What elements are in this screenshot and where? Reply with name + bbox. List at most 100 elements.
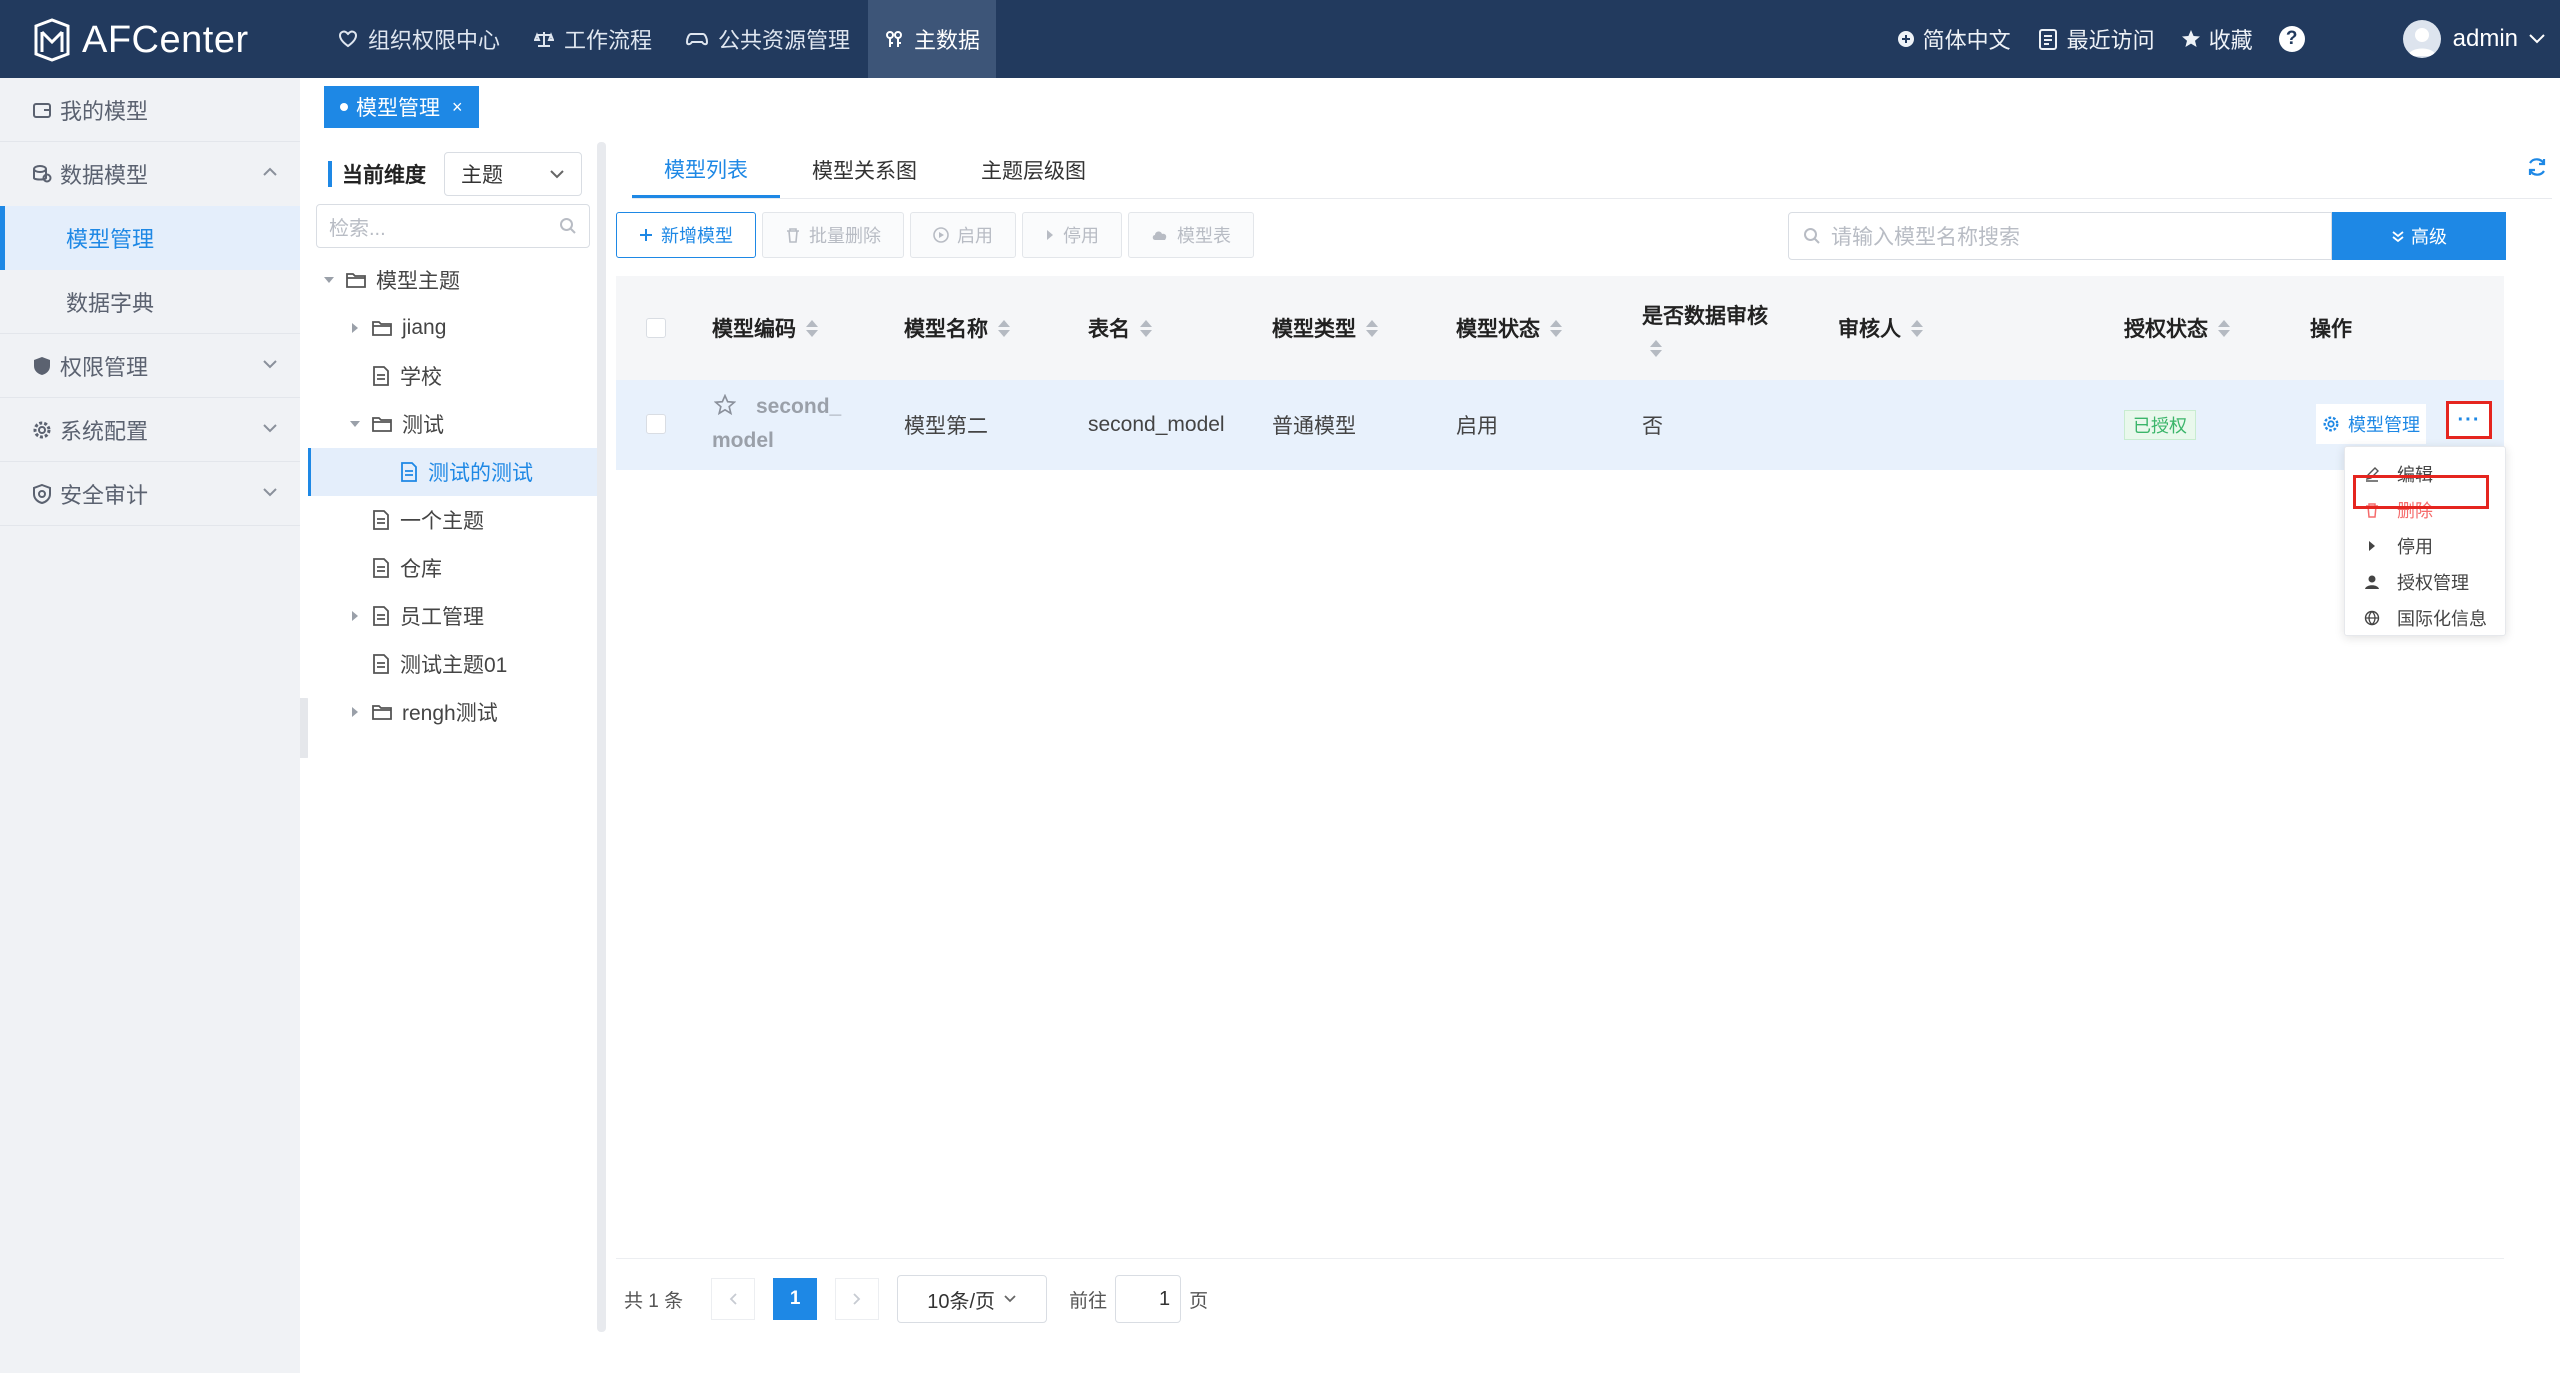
batch-delete-button[interactable]: 批量删除: [762, 212, 904, 258]
disable-button[interactable]: 停用: [1022, 212, 1122, 258]
chevron-down-icon: [263, 360, 277, 369]
column-header-table[interactable]: 表名: [1088, 276, 1152, 380]
sidebar-item-model-management[interactable]: 模型管理: [0, 206, 300, 270]
recent-visits[interactable]: 最近访问: [2037, 23, 2155, 55]
pagination: 共 1 条 1 10条/页 前往 1 页: [624, 1274, 1208, 1324]
sort-icon[interactable]: [2218, 319, 2230, 337]
favorites[interactable]: 收藏: [2181, 23, 2253, 55]
tab-model-list[interactable]: 模型列表: [632, 142, 780, 198]
sidebar-item-label: 权限管理: [60, 354, 149, 380]
sort-icon[interactable]: [1550, 319, 1562, 337]
subject-tree: 模型主题 jiang 学校 测试 测试的测试 一个主题 仓库 员工管理 测试主题…: [308, 256, 606, 736]
close-icon[interactable]: ×: [452, 97, 463, 118]
column-label: 操作: [2310, 318, 2352, 341]
nav-org-permission[interactable]: 组织权限中心: [322, 0, 516, 78]
refresh-icon[interactable]: [2526, 156, 2548, 178]
nav-label: 公共资源管理: [718, 28, 851, 53]
menu-item-auth-manage[interactable]: 授权管理: [2345, 565, 2505, 599]
sort-icon[interactable]: [1650, 339, 1662, 357]
left-sidebar: 我的模型 数据模型 模型管理 数据字典 权限管理 系统配置 安全审计: [0, 78, 300, 1373]
dimension-row: 当前维度 主题: [328, 152, 582, 196]
tree-node[interactable]: rengh测试: [308, 688, 606, 736]
tree-node[interactable]: 模型主题: [308, 256, 606, 304]
row-checkbox[interactable]: [646, 414, 666, 434]
tree-node[interactable]: 员工管理: [308, 592, 606, 640]
nav-label: 组织权限中心: [368, 28, 501, 53]
column-header-audit[interactable]: 是否数据审核: [1642, 276, 1768, 380]
tree-node[interactable]: 测试: [308, 400, 606, 448]
chevron-left-icon: [729, 1293, 737, 1305]
tree-scrollbar[interactable]: [597, 142, 606, 1332]
sidebar-item-my-models[interactable]: 我的模型: [0, 78, 300, 142]
favorites-label: 收藏: [2208, 28, 2253, 53]
tree-node[interactable]: 测试主题01: [308, 640, 606, 688]
globe-icon: [1897, 31, 1914, 47]
brand-logo[interactable]: AFCenter: [32, 18, 249, 62]
menu-item-i18n[interactable]: 国际化信息: [2345, 601, 2505, 635]
help-icon[interactable]: ?: [2278, 26, 2305, 52]
tab-model-relation[interactable]: 模型关系图: [780, 142, 949, 198]
sidebar-item-permission[interactable]: 权限管理: [0, 334, 300, 398]
column-header-name[interactable]: 模型名称: [904, 276, 1010, 380]
column-header-type[interactable]: 模型类型: [1272, 276, 1378, 380]
sort-icon[interactable]: [1366, 319, 1378, 337]
menu-item-label: 停用: [2397, 537, 2433, 557]
dimension-select[interactable]: 主题: [444, 152, 582, 196]
column-header-code[interactable]: 模型编码: [712, 276, 818, 380]
menu-item-disable[interactable]: 停用: [2345, 529, 2505, 563]
delete-highlight-box: [2353, 475, 2489, 509]
enable-button[interactable]: 启用: [910, 212, 1016, 258]
tree-node-selected[interactable]: 测试的测试: [308, 448, 606, 496]
page-size-select[interactable]: 10条/页: [897, 1275, 1048, 1323]
nav-workflow[interactable]: 工作流程: [518, 0, 668, 78]
sidebar-item-security-audit[interactable]: 安全审计: [0, 462, 300, 526]
add-model-button[interactable]: 新增模型: [616, 212, 756, 258]
tree-node[interactable]: jiang: [308, 304, 606, 352]
model-table-button[interactable]: 模型表: [1128, 212, 1254, 258]
caret-right-icon[interactable]: [348, 610, 362, 622]
sidebar-item-data-model[interactable]: 数据模型: [0, 142, 300, 206]
sidebar-item-data-dictionary[interactable]: 数据字典: [0, 270, 300, 334]
sort-icon[interactable]: [998, 319, 1010, 337]
avatar[interactable]: [2402, 20, 2441, 58]
tree-node[interactable]: 仓库: [308, 544, 606, 592]
advanced-search-button[interactable]: 高级: [2332, 212, 2506, 260]
column-header-status[interactable]: 模型状态: [1456, 276, 1562, 380]
sort-icon[interactable]: [806, 319, 818, 337]
tree-search-input[interactable]: 检索...: [316, 204, 590, 248]
tag-model-management[interactable]: 模型管理 ×: [324, 86, 479, 128]
nav-public-resource[interactable]: 公共资源管理: [670, 0, 866, 78]
column-header-auth[interactable]: 授权状态: [2124, 276, 2230, 380]
select-all-checkbox[interactable]: [646, 318, 666, 338]
sort-icon[interactable]: [1140, 319, 1152, 337]
tree-node[interactable]: 一个主题: [308, 496, 606, 544]
tree-panel: 当前维度 主题 检索... 模型主题 jiang 学校 测试 测试的测试 一个主…: [308, 142, 606, 1332]
column-header-auditor[interactable]: 审核人: [1838, 276, 1923, 380]
tree-node[interactable]: 学校: [308, 352, 606, 400]
brand-name: AFCenter: [82, 18, 249, 61]
table-row[interactable]: second_model 模型第二 second_model 普通模型 启用 否…: [616, 380, 2504, 470]
goto-page-input[interactable]: 1: [1115, 1275, 1182, 1323]
chevron-down-icon: [1004, 1295, 1016, 1303]
menu-item-label: 国际化信息: [2397, 609, 2487, 629]
more-actions-button[interactable]: ···: [2446, 401, 2492, 439]
model-manage-button[interactable]: 模型管理: [2316, 404, 2426, 444]
caret-right-icon[interactable]: [348, 322, 362, 334]
view-tabs: 模型列表 模型关系图 主题层级图: [632, 142, 1118, 198]
caret-down-icon[interactable]: [348, 420, 362, 428]
language-switch[interactable]: 简体中文: [1897, 23, 2011, 55]
caret-right-icon[interactable]: [348, 706, 362, 718]
model-search-input[interactable]: 请输入模型名称搜索: [1788, 212, 2332, 260]
nav-master-data[interactable]: 主数据: [868, 0, 997, 78]
user-menu[interactable]: admin: [2453, 25, 2546, 53]
next-page-button[interactable]: [835, 1278, 880, 1320]
sidebar-item-system-config[interactable]: 系统配置: [0, 398, 300, 462]
prev-page-button[interactable]: [711, 1278, 756, 1320]
table-header: 模型编码 模型名称 表名 模型类型 模型状态 是否数据审核 审核人 授权状态 操…: [616, 276, 2504, 380]
star-icon: [2181, 30, 2200, 47]
tree-node-label: 测试的测试: [428, 462, 533, 485]
tab-subject-hierarchy[interactable]: 主题层级图: [949, 142, 1118, 198]
caret-down-icon[interactable]: [322, 276, 336, 284]
page-button-current[interactable]: 1: [773, 1278, 818, 1320]
sort-icon[interactable]: [1911, 319, 1923, 337]
